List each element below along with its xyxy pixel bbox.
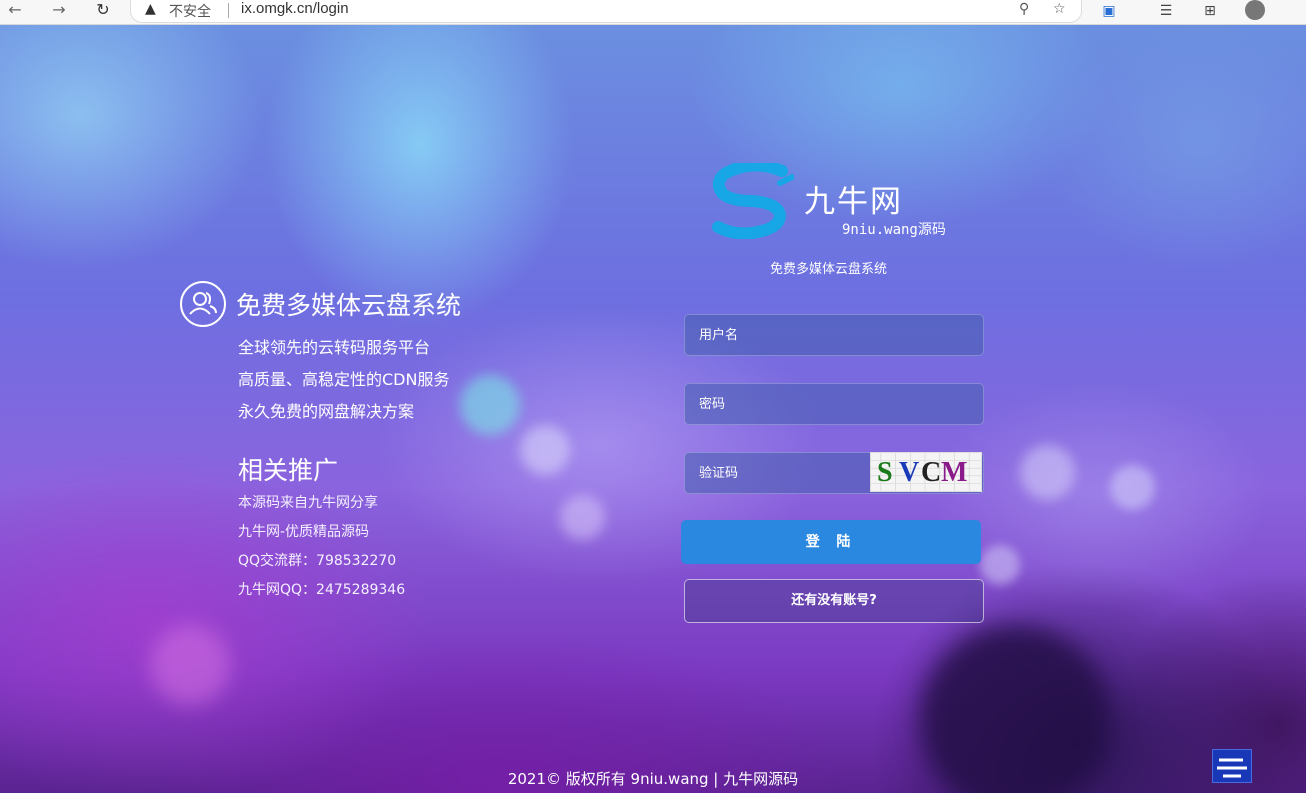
captcha-char: C [921, 457, 942, 488]
feature-item: 高质量、高稳定性的CDN服务 [238, 370, 450, 389]
promo-item: 九牛网-优质精品源码 [238, 524, 370, 540]
promo-item: QQ交流群：798532270 [238, 553, 397, 569]
captcha-image[interactable]: S V C M [870, 452, 982, 492]
bokeh-light [1110, 465, 1155, 510]
logo-subtext: 9niu.wang源码 [842, 222, 946, 238]
arrow-left-icon[interactable]: ← [4, 0, 26, 22]
address-separator [228, 3, 229, 18]
captcha-char: V [899, 457, 920, 488]
password-field[interactable] [684, 383, 984, 425]
left-title: 免费多媒体云盘系统 [236, 291, 462, 320]
address-bar[interactable]: ▲ 不安全 ix.omgk.cn/login ⚲ ☆ [130, 0, 1082, 23]
username-input[interactable] [685, 315, 983, 355]
page-subtitle: 免费多媒体云盘系统 [770, 262, 888, 277]
captcha-char: S [877, 457, 893, 488]
captcha-char: M [941, 457, 968, 488]
security-label[interactable]: 不安全 [169, 1, 211, 21]
footer-copyright: 2021© 版权所有 9niu.wang | 九牛网源码 [507, 770, 799, 788]
bokeh-light [520, 425, 570, 475]
login-button[interactable]: 登 陆 [681, 520, 981, 564]
bokeh-light [980, 545, 1020, 585]
password-input[interactable] [685, 384, 983, 424]
logo-name: 九牛网 [804, 184, 903, 220]
feature-item: 永久免费的网盘解决方案 [238, 402, 415, 421]
background-scene [0, 25, 1306, 793]
key-icon[interactable]: ⚲ [1019, 1, 1029, 17]
register-button[interactable]: 还有没有账号? [684, 579, 984, 623]
feature-item: 全球领先的云转码服务平台 [238, 338, 431, 357]
url-text[interactable]: ix.omgk.cn/login [241, 0, 349, 17]
reload-icon[interactable]: ↻ [92, 0, 114, 22]
username-field[interactable] [684, 314, 984, 356]
warning-icon: ▲ [145, 1, 156, 17]
promo-title: 相关推广 [238, 456, 339, 485]
extension-icon[interactable]: ▣ [1098, 0, 1120, 22]
user-group-icon [180, 281, 226, 327]
bokeh-light [460, 375, 520, 435]
promo-item: 九牛网QQ：2475289346 [238, 582, 406, 598]
favorites-list-icon[interactable]: ☰ [1155, 0, 1177, 22]
watermark-logo-icon [1212, 749, 1252, 783]
promo-item: 本源码来自九牛网分享 [238, 495, 378, 511]
bokeh-light [150, 625, 230, 705]
collections-icon[interactable]: ⊞ [1199, 0, 1221, 22]
logo-s-icon [712, 159, 795, 240]
bokeh-light [1020, 445, 1075, 500]
bokeh-light [560, 495, 605, 540]
arrow-right-icon[interactable]: → [48, 0, 70, 22]
browser-toolbar: ← → ↻ ▲ 不安全 ix.omgk.cn/login ⚲ ☆ ▣ ☰ ⊞ [0, 0, 1306, 25]
favorite-star-icon[interactable]: ☆ [1053, 1, 1066, 17]
profile-avatar-icon[interactable] [1245, 0, 1265, 20]
